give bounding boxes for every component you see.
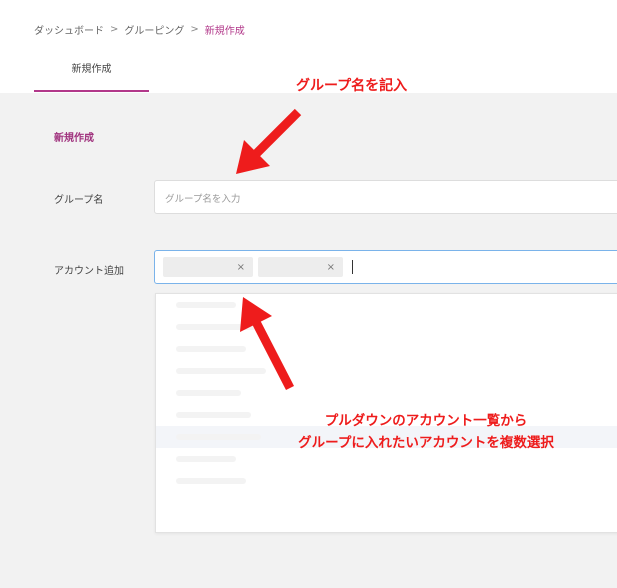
arrow-icon — [240, 297, 295, 391]
annotation-line-1: プルダウンのアカウント一覧から — [324, 413, 528, 429]
annotation-dropdown: プルダウンのアカウント一覧から グループに入れたいアカウントを複数選択 — [246, 410, 606, 454]
annotation-line-2: グループに入れたいアカウントを複数選択 — [298, 435, 554, 451]
